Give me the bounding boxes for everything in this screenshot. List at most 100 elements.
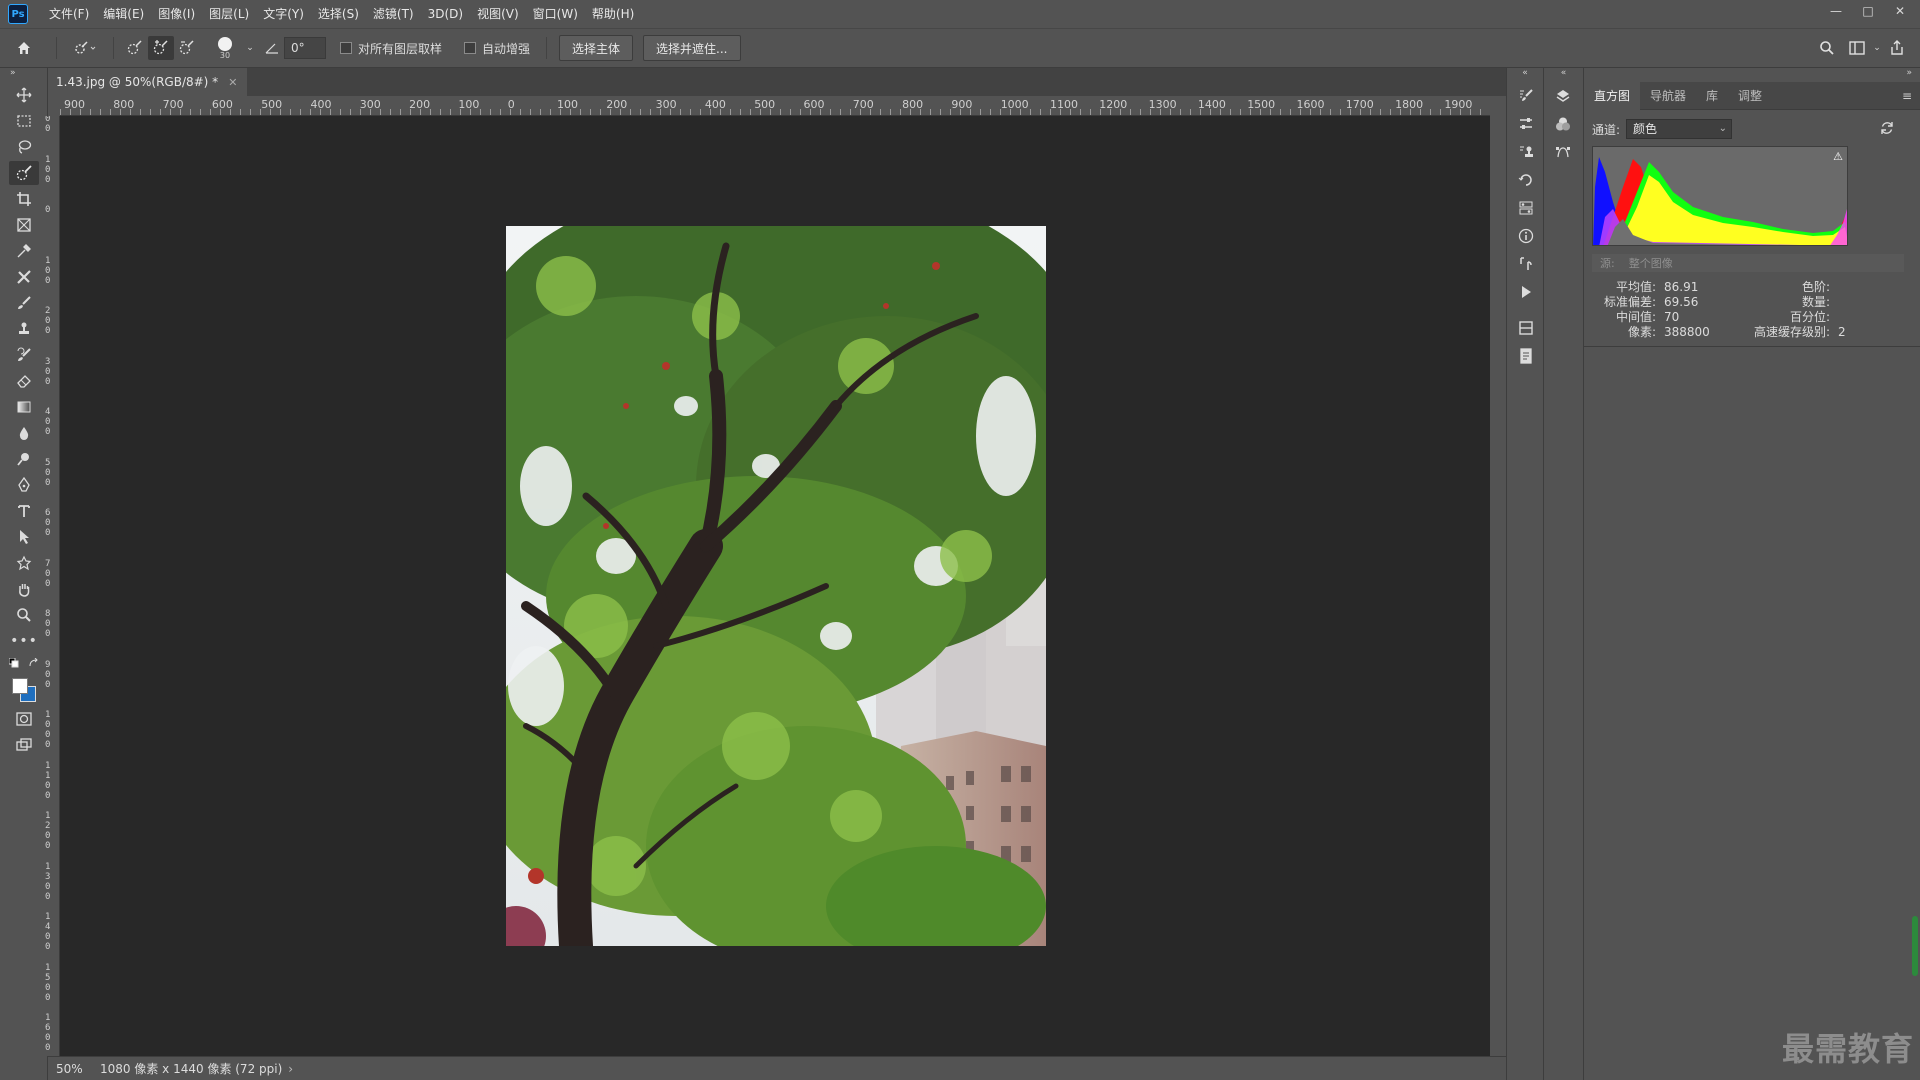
screen-mode-button[interactable] — [0, 732, 48, 758]
quick-selection-tool[interactable] — [0, 160, 48, 186]
document-canvas[interactable] — [60, 116, 1490, 1056]
warning-icon[interactable]: ⚠ — [1833, 150, 1843, 163]
document-info[interactable]: 1080 像素 x 1440 像素 (72 ppi) — [88, 1060, 282, 1077]
zoom-level[interactable]: 50% — [48, 1062, 88, 1076]
menu-image[interactable]: 图像(I) — [151, 0, 202, 28]
workspace-icon[interactable] — [1842, 41, 1872, 55]
paths-icon[interactable] — [1544, 138, 1582, 166]
path-selection-tool[interactable] — [0, 524, 48, 550]
eyedropper-tool[interactable] — [0, 238, 48, 264]
edit-toolbar-button[interactable]: ••• — [0, 628, 48, 654]
angle-input[interactable]: 0° — [284, 37, 326, 59]
type-tool[interactable] — [0, 498, 48, 524]
tab-libraries[interactable]: 库 — [1696, 82, 1728, 110]
channels-icon[interactable] — [1544, 110, 1582, 138]
close-icon[interactable]: ✕ — [1886, 0, 1914, 22]
mean-label: 平均值: — [1615, 280, 1656, 294]
new-selection-brush-icon[interactable] — [122, 40, 148, 56]
move-tool[interactable] — [0, 82, 48, 108]
layers-icon[interactable] — [1544, 82, 1582, 110]
ruler-label: 100 — [557, 98, 578, 111]
crop-tool[interactable] — [0, 186, 48, 212]
collapse-icon[interactable]: « — [1544, 68, 1583, 82]
channel-select[interactable]: 颜色 ⌄ — [1626, 119, 1733, 139]
clone-stamp-tool[interactable] — [0, 316, 48, 342]
zoom-tool[interactable] — [0, 602, 48, 628]
eraser-tool[interactable] — [0, 368, 48, 394]
blur-tool[interactable] — [0, 420, 48, 446]
chevron-right-icon[interactable]: › — [288, 1062, 293, 1076]
subtract-from-selection-brush-icon[interactable] — [174, 40, 200, 56]
tool-preset-picker[interactable] — [65, 40, 105, 56]
marquee-tool[interactable] — [0, 108, 48, 134]
ruler-label: 200 — [606, 98, 628, 111]
checkbox-box[interactable] — [340, 42, 352, 54]
select-and-mask-button[interactable]: 选择并遮住... — [643, 35, 741, 61]
foreground-color-swatch[interactable] — [12, 678, 28, 694]
search-icon[interactable] — [1812, 40, 1842, 56]
scrollbar[interactable] — [1912, 916, 1918, 976]
tools-panel: » ••• — [0, 68, 48, 1080]
menu-3d[interactable]: 3D(D) — [421, 0, 470, 28]
chevron-down-icon[interactable]: ⌄ — [1872, 43, 1882, 53]
menu-type[interactable]: 文字(Y) — [256, 0, 311, 28]
swap-colors-icon[interactable] — [29, 657, 39, 671]
panel-menu-icon[interactable]: ≡ — [1902, 89, 1912, 103]
expand-panel-icon[interactable]: » — [0, 68, 47, 82]
pen-tool[interactable] — [0, 472, 48, 498]
menu-layer[interactable]: 图层(L) — [202, 0, 256, 28]
gradient-tool[interactable] — [0, 394, 48, 420]
history-brush-tool[interactable] — [0, 342, 48, 368]
dodge-tool[interactable] — [0, 446, 48, 472]
add-to-selection-brush-icon[interactable] — [148, 36, 174, 60]
brush-settings-icon[interactable] — [1507, 82, 1545, 110]
menu-file[interactable]: 文件(F) — [42, 0, 96, 28]
sample-all-layers-checkbox[interactable]: 对所有图层取样 — [340, 40, 442, 57]
shape-tool[interactable] — [0, 550, 48, 576]
chevron-down-icon[interactable]: ⌄ — [244, 43, 256, 53]
clone-source-icon[interactable] — [1507, 138, 1545, 166]
document-image[interactable] — [506, 226, 1046, 946]
home-icon[interactable] — [0, 40, 48, 56]
lasso-tool[interactable] — [0, 134, 48, 160]
info-icon[interactable] — [1507, 222, 1545, 250]
menu-view[interactable]: 视图(V) — [470, 0, 526, 28]
history-icon[interactable] — [1507, 166, 1545, 194]
tab-navigator[interactable]: 导航器 — [1640, 82, 1696, 110]
healing-brush-tool[interactable] — [0, 264, 48, 290]
play-actions-icon[interactable] — [1507, 278, 1545, 306]
auto-enhance-checkbox[interactable]: 自动增强 — [464, 40, 530, 57]
share-icon[interactable] — [1882, 40, 1912, 56]
artboard-icon[interactable] — [1507, 314, 1545, 342]
tab-histogram[interactable]: 直方图 — [1584, 81, 1641, 110]
quick-mask-button[interactable] — [0, 706, 48, 732]
ruler-label: 1200 — [1099, 98, 1128, 111]
default-colors-icon[interactable] — [8, 657, 19, 671]
brush-tool[interactable] — [0, 290, 48, 316]
menu-window[interactable]: 窗口(W) — [526, 0, 585, 28]
close-icon[interactable]: ✕ — [228, 76, 237, 89]
level-label: 色阶: — [1801, 280, 1830, 294]
select-subject-button[interactable]: 选择主体 — [559, 35, 634, 61]
menu-select[interactable]: 选择(S) — [311, 0, 366, 28]
hand-tool[interactable] — [0, 576, 48, 602]
minimize-icon[interactable]: — — [1822, 0, 1850, 22]
brush-size-picker[interactable]: 30 — [206, 36, 244, 60]
source-value[interactable]: 整个图像 — [1629, 255, 1673, 271]
collapse-icon[interactable]: « — [1507, 68, 1543, 82]
tab-adjustments[interactable]: 调整 — [1728, 82, 1772, 110]
restore-icon[interactable]: □ — [1854, 0, 1882, 22]
menu-edit[interactable]: 编辑(E) — [96, 0, 151, 28]
channels-mixer-icon[interactable] — [1507, 194, 1545, 222]
menu-filter[interactable]: 滤镜(T) — [366, 0, 421, 28]
notes-icon[interactable] — [1507, 342, 1545, 370]
character-icon[interactable] — [1507, 250, 1545, 278]
expand-panel-icon[interactable]: » — [1584, 68, 1920, 82]
frame-tool[interactable] — [0, 212, 48, 238]
document-tab-title: 1.43.jpg @ 50%(RGB/8#) * — [56, 75, 219, 89]
refresh-icon[interactable] — [1880, 121, 1894, 138]
document-tab[interactable]: 1.43.jpg @ 50%(RGB/8#) * ✕ — [48, 68, 248, 96]
menu-help[interactable]: 帮助(H) — [585, 0, 641, 28]
properties-icon[interactable] — [1507, 110, 1545, 138]
checkbox-box[interactable] — [464, 42, 477, 54]
